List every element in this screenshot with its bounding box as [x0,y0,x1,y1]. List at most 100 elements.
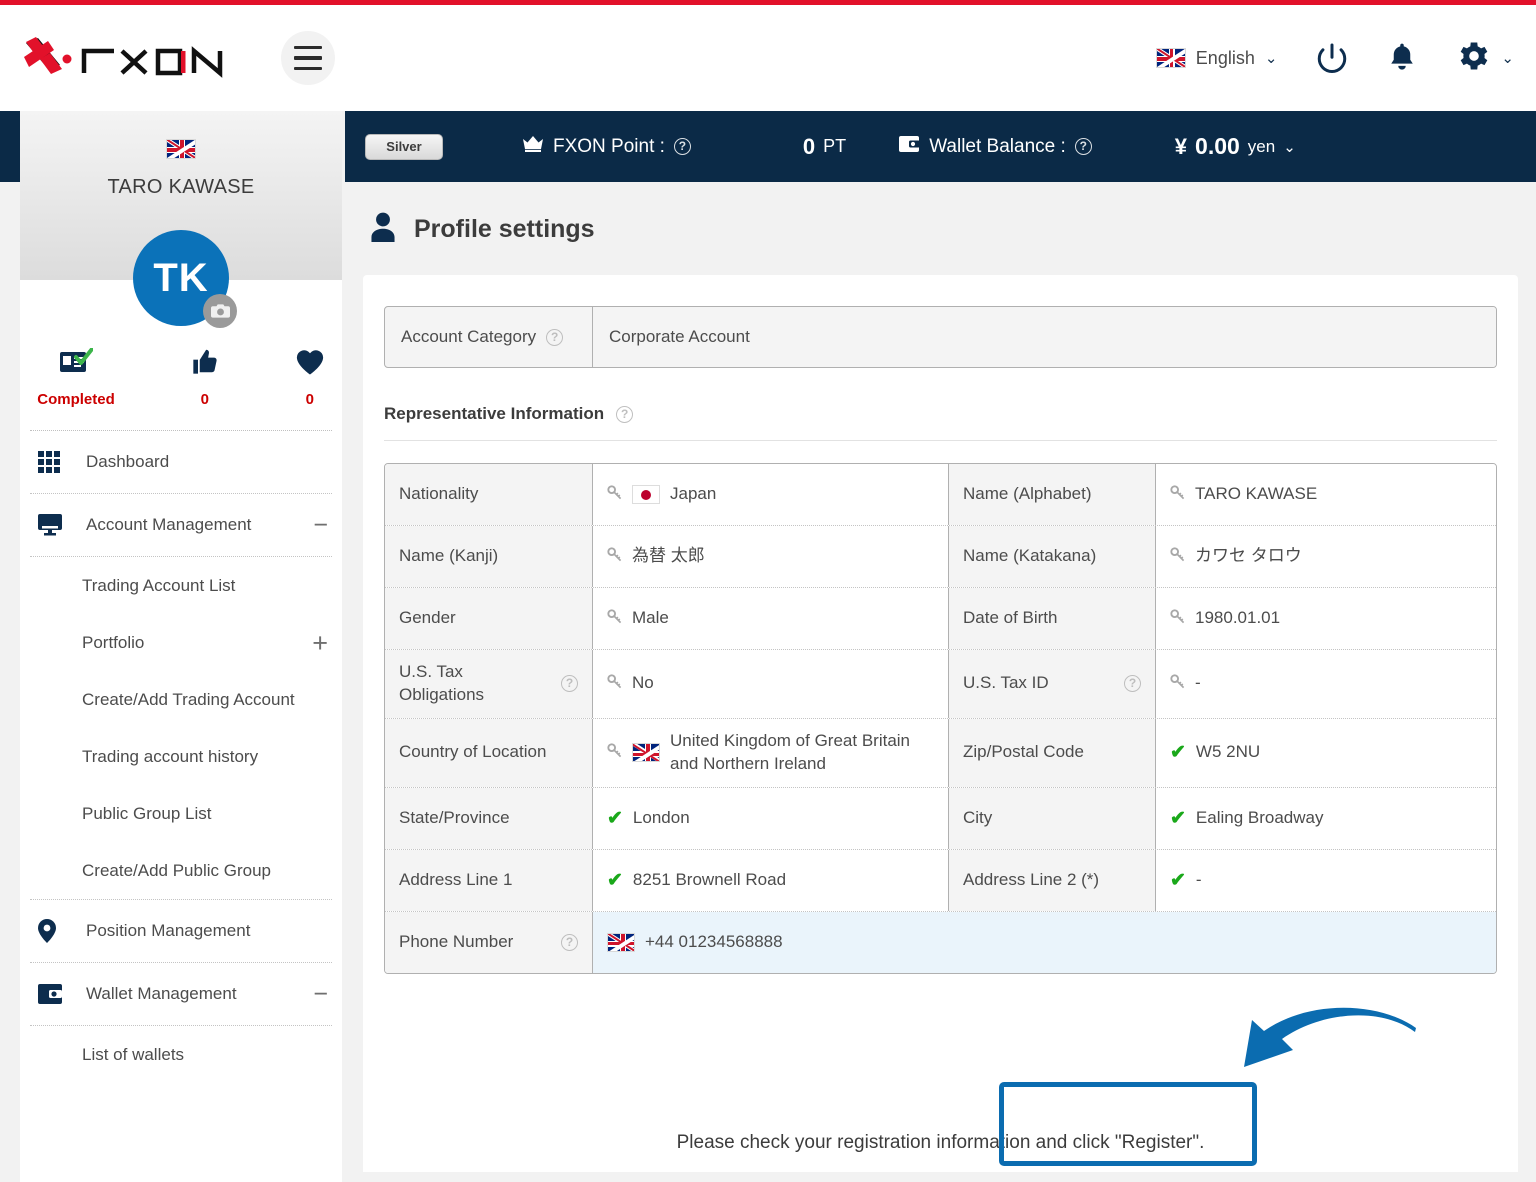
field-value: ✔ 8251 Brownell Road [593,849,948,911]
help-icon[interactable]: ? [1124,675,1141,693]
wallet-icon [38,984,76,1004]
field-value: ✔ Ealing Broadway [1156,787,1496,849]
page-title: Profile settings [345,182,1536,247]
stat-likes-label: 0 [200,391,209,408]
account-category-label: Account Category ? [385,307,593,367]
field-value-text: Japan [670,484,717,504]
sidebar-item-create-add-trading-account[interactable]: Create/Add Trading Account [20,671,342,728]
flag-uk-icon [607,932,635,952]
field-value: カワセ タロウ [1156,526,1496,587]
rank-badge[interactable]: Silver [365,133,443,160]
key-icon [1170,484,1185,505]
sidebar: TARO KAWASE TK Completed 0 0 Dashboard A… [20,111,342,1182]
help-icon[interactable]: ? [546,328,564,346]
table-row: Address Line 1 ✔ 8251 Brownell Road Addr… [385,849,1496,912]
sidebar-item-create-add-public-group[interactable]: Create/Add Public Group [20,842,342,899]
field-label: Address Line 1 [385,849,593,911]
help-icon[interactable]: ? [561,933,578,951]
table-row: Country of Location United Kingdom of Gr… [385,718,1496,788]
hamburger-menu-icon[interactable] [281,31,335,85]
heart-icon [295,348,325,381]
field-value: ✔ - [1156,849,1496,911]
check-icon: ✔ [1170,807,1186,829]
flag-uk-icon [1155,48,1186,68]
sidebar-item-list-of-wallets[interactable]: List of wallets [20,1026,342,1083]
field-value-text: - [1195,869,1202,889]
sidebar-item-wallet-management[interactable]: Wallet Management − [20,963,342,1025]
sidebar-item-label: Wallet Management [86,984,237,1003]
camera-icon[interactable] [203,294,237,328]
help-icon[interactable]: ? [561,675,578,693]
account-category-value: Corporate Account [593,307,1496,367]
fxon-logo[interactable] [22,35,236,81]
check-icon: ✔ [1170,742,1186,764]
field-value-text: 8251 Brownell Road [632,869,787,889]
flag-uk-icon [632,743,660,763]
app-header: English ⌄ ⌄ [0,5,1536,111]
field-value-text: TARO KAWASE [1195,484,1318,504]
field-value: ✔ London [593,787,948,849]
stat-favorites-label: 0 [305,391,314,408]
sidebar-item-position-management[interactable]: Position Management [20,900,342,962]
check-icon: ✔ [607,869,623,891]
help-icon[interactable]: ? [1074,138,1092,155]
currency-symbol: ¥ [1174,133,1188,159]
wallet-balance-group: Wallet Balance : ? [898,135,1092,159]
help-icon[interactable]: ? [673,138,691,155]
fxon-point-group: FXON Point : ? [522,135,691,159]
field-label: Country of Location [385,718,593,787]
field-label-text: Address Line 1 [399,869,513,889]
representative-information-table: Nationality Japan Name (Alphabet) TARO K… [384,463,1497,974]
power-icon[interactable] [1315,41,1349,75]
avatar[interactable]: TK [133,230,237,328]
page-title-text: Profile settings [414,215,595,243]
key-icon [607,484,622,505]
chevron-down-icon: ⌄ [1501,50,1514,67]
field-value-text: カワセ タロウ [1195,546,1302,566]
field-value: TARO KAWASE [1156,464,1496,525]
thumbs-up-icon [191,348,219,381]
registration-note: Please check your registration informati… [676,1132,1205,1153]
left-rail-strip [0,111,20,182]
sidebar-item-label: Account Management [86,515,252,534]
field-label: Zip/Postal Code [948,718,1156,787]
field-label-text: Name (Katakana) [963,546,1097,566]
section-title-text: Representative Information [384,404,605,423]
main-content: Profile settings Account Category ? Corp… [345,182,1536,1182]
sidebar-item-label: Public Group List [82,803,212,823]
bell-icon[interactable] [1387,41,1417,75]
field-value: No [593,650,948,718]
map-pin-icon [38,919,76,943]
field-label: Gender [385,588,593,649]
table-row: Gender Male Date of Birth 1980.01.01 [385,588,1496,650]
sidebar-item-label: Trading account history [82,746,259,766]
help-icon[interactable]: ? [616,405,634,423]
field-label-text: State/Province [399,807,510,827]
sidebar-item-dashboard[interactable]: Dashboard [20,431,342,493]
sidebar-item-public-group-list[interactable]: Public Group List [20,785,342,842]
field-label: City [948,787,1156,849]
wallet-icon [898,135,921,159]
language-selector[interactable]: English ⌄ [1155,48,1277,69]
field-value-text: Ealing Broadway [1195,807,1324,827]
balance-currency: yen [1247,136,1276,156]
field-value-text: Male [632,608,669,628]
field-value-text: - [1195,673,1201,693]
sidebar-item-portfolio[interactable]: Portfolio + [20,614,342,671]
settings-menu[interactable]: ⌄ [1457,39,1514,78]
sidebar-item-trading-account-list[interactable]: Trading Account List [20,557,342,614]
field-label: Name (Kanji) [385,526,593,587]
field-label-text: U.S. Tax ID [963,673,1049,693]
sidebar-item-label: Create/Add Public Group [82,860,271,880]
sidebar-item-account-management[interactable]: Account Management − [20,494,342,556]
field-value-text: United Kingdom of Great Britain and Nort… [670,730,911,773]
crown-icon [522,135,544,159]
balance-value-group[interactable]: ¥ 0.00 yen ⌄ [1175,133,1296,160]
divider [384,440,1497,441]
stat-likes: 0 [191,348,219,408]
field-value-text: London [632,807,690,827]
field-label-text: Date of Birth [963,608,1058,628]
sidebar-item-trading-account-history[interactable]: Trading account history [20,728,342,785]
sidebar-item-label: Dashboard [86,452,170,471]
fxon-point-value: 0 [802,133,816,159]
